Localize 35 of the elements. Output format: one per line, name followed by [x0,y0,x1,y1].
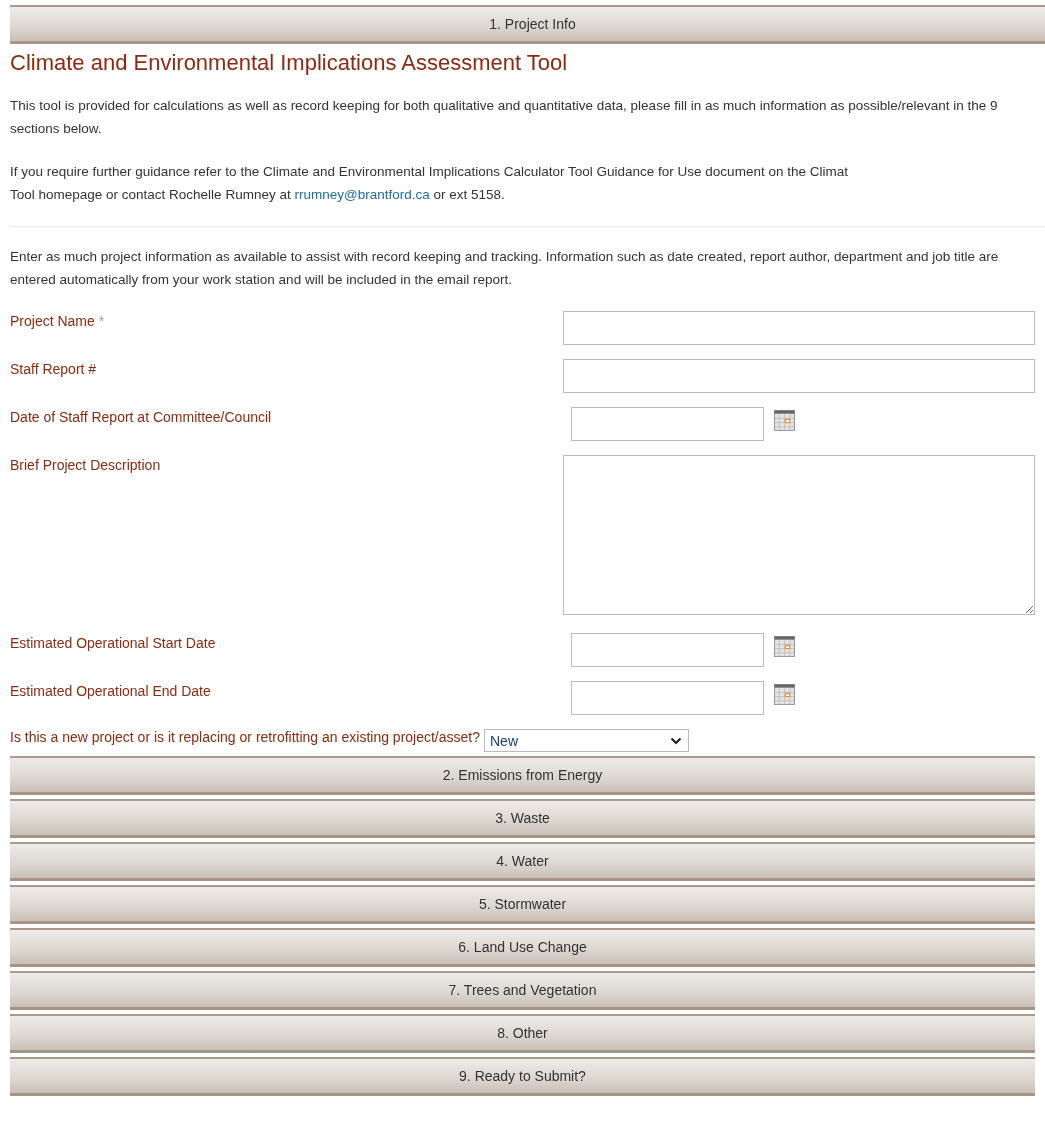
calendar-icon[interactable] [774,409,795,431]
field-label: Brief Project Description [10,457,161,473]
email-link[interactable]: rrumney@brantford.ca [294,187,430,202]
guidance-text: or ext 5158. [433,187,505,202]
field-label: Staff Report # [10,361,97,377]
calendar-icon[interactable] [774,635,795,657]
required-mark: * [98,313,105,329]
input-field[interactable] [563,359,1035,393]
page-title: Climate and Environmental Implications Assessment Tool [10,50,569,76]
section-header[interactable]: 5. Stormwater [10,885,1035,924]
field-label: Project Name [10,313,95,329]
instructions-text: Enter as much project information as available to assist with record keeping and tracking. Information such as date created, report author, department and job title are entered automatically from your work station and will be included in the email report. [10,248,1000,289]
date-field[interactable] [571,633,764,667]
section-header[interactable]: 1. Project Info [10,5,1045,44]
chevron-icon [670,736,682,745]
intro-text: This tool is provided for calculations as well as record keeping for both qualitative and quantitative data, please fill in as much information as possible/relevant in the 9 sections below. [10,97,999,138]
section-header[interactable]: 9. Ready to Submit? [10,1057,1035,1096]
field-label: Estimated Operational Start Date [10,635,216,651]
field-label: Is this a new project or is it replacing or retrofitting an existing project/asset? [10,729,480,745]
section-header[interactable]: 3. Waste [10,799,1035,838]
dropdown[interactable]: New [484,729,689,752]
calendar-icon[interactable] [774,683,795,705]
date-field[interactable] [571,681,764,715]
description-field[interactable] [563,455,1035,615]
field-label: Date of Staff Report at Committee/Council [10,409,272,425]
section-header[interactable]: 7. Trees and Vegetation [10,971,1035,1010]
section-header[interactable]: 8. Other [10,1014,1035,1053]
section-header[interactable]: 2. Emissions from Energy [10,756,1035,795]
section-header[interactable]: 6. Land Use Change [10,928,1035,967]
section-header[interactable]: 4. Water [10,842,1035,881]
date-field[interactable] [571,407,764,441]
guidance-text: Tool homepage or contact Rochelle Rumney at [10,187,291,202]
guidance-text: If you require further guidance refer to the Climate and Environmental Implications Calculator Tool Guidance for Use document on the Climat [10,163,849,181]
input-field[interactable] [563,311,1035,345]
field-label: Estimated Operational End Date [10,683,211,699]
